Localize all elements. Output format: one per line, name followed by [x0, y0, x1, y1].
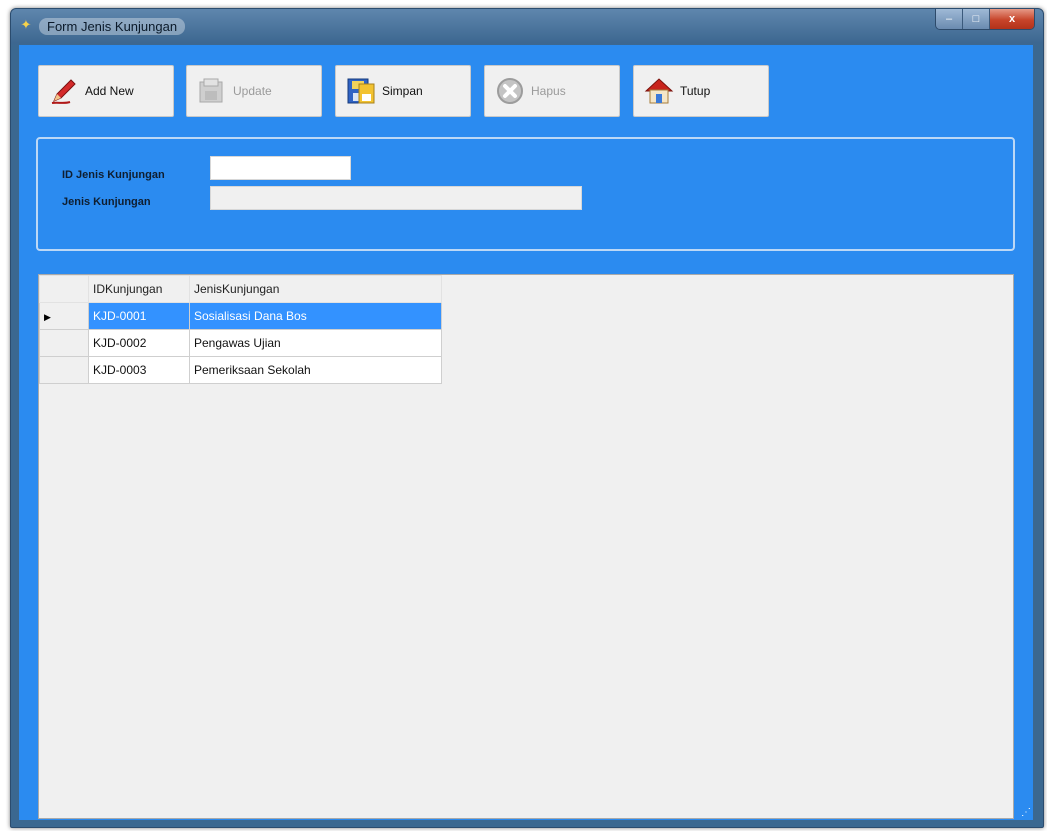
- row-header[interactable]: ▶: [39, 302, 89, 330]
- row-header[interactable]: [39, 356, 89, 384]
- client-area: Add New Update Simpan Hapus Tutup ID Jen…: [19, 45, 1033, 820]
- cell-jeniskunjungan[interactable]: Sosialisasi Dana Bos: [189, 302, 442, 330]
- form-window: ✦ Form Jenis Kunjungan – □ x Add New Upd…: [10, 8, 1044, 828]
- current-row-arrow-icon: ▶: [44, 312, 51, 322]
- cell-jeniskunjungan[interactable]: Pengawas Ujian: [189, 329, 442, 357]
- grid-header-row: IDKunjungan JenisKunjungan: [39, 275, 442, 303]
- tutup-button[interactable]: Tutup: [633, 65, 769, 117]
- id-jenis-kunjungan-input[interactable]: [210, 156, 351, 180]
- hapus-label: Hapus: [531, 84, 566, 98]
- cell-idkunjungan[interactable]: KJD-0001: [88, 302, 190, 330]
- update-label: Update: [233, 84, 272, 98]
- save-icon: [344, 74, 378, 108]
- data-grid[interactable]: IDKunjungan JenisKunjungan ▶ KJD-0001 So…: [38, 274, 1014, 819]
- close-button[interactable]: x: [990, 9, 1034, 29]
- cell-idkunjungan[interactable]: KJD-0002: [88, 329, 190, 357]
- cell-jeniskunjungan[interactable]: Pemeriksaan Sekolah: [189, 356, 442, 384]
- table-row[interactable]: KJD-0003 Pemeriksaan Sekolah: [39, 356, 442, 384]
- grid-table: IDKunjungan JenisKunjungan ▶ KJD-0001 So…: [39, 275, 442, 384]
- column-header-idkunjungan[interactable]: IDKunjungan: [88, 275, 190, 303]
- column-header-jeniskunjungan[interactable]: JenisKunjungan: [189, 275, 442, 303]
- delete-icon: [493, 74, 527, 108]
- table-row[interactable]: ▶ KJD-0001 Sosialisasi Dana Bos: [39, 302, 442, 330]
- window-title: Form Jenis Kunjungan: [39, 18, 186, 35]
- home-icon: [642, 74, 676, 108]
- tutup-label: Tutup: [680, 84, 711, 98]
- window-controls: – □ x: [935, 9, 1035, 30]
- row-header-corner: [39, 275, 89, 303]
- add-new-label: Add New: [85, 84, 134, 98]
- simpan-label: Simpan: [382, 84, 423, 98]
- row-header[interactable]: [39, 329, 89, 357]
- minimize-button[interactable]: –: [936, 9, 963, 29]
- resize-grip-icon[interactable]: ⋰: [1021, 807, 1031, 818]
- jenis-kunjungan-input[interactable]: [210, 186, 582, 210]
- maximize-button[interactable]: □: [963, 9, 990, 29]
- app-icon: ✦: [20, 17, 32, 32]
- title-bar[interactable]: ✦ Form Jenis Kunjungan – □ x: [11, 9, 1043, 45]
- update-icon: [195, 74, 229, 108]
- cell-idkunjungan[interactable]: KJD-0003: [88, 356, 190, 384]
- pencil-icon: [47, 74, 81, 108]
- update-button[interactable]: Update: [186, 65, 322, 117]
- simpan-button[interactable]: Simpan: [335, 65, 471, 117]
- jenis-kunjungan-label: Jenis Kunjungan: [62, 196, 151, 208]
- add-new-button[interactable]: Add New: [38, 65, 174, 117]
- input-groupbox: ID Jenis Kunjungan Jenis Kunjungan: [36, 137, 1015, 251]
- hapus-button[interactable]: Hapus: [484, 65, 620, 117]
- table-row[interactable]: KJD-0002 Pengawas Ujian: [39, 329, 442, 357]
- id-jenis-kunjungan-label: ID Jenis Kunjungan: [62, 169, 165, 181]
